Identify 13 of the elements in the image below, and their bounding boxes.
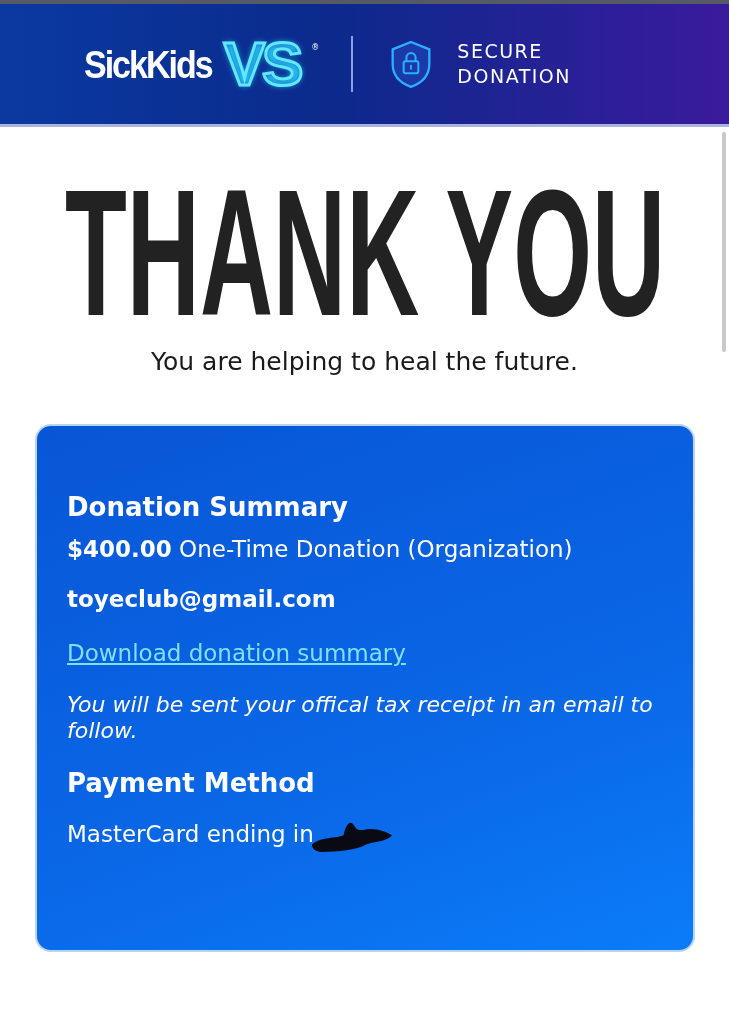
section-heading: Donation Summary — [67, 492, 348, 522]
secure-donation-label: SECURE DONATION — [457, 39, 572, 89]
thank-you-heading: THANK YOU — [64, 187, 665, 317]
section-heading: Payment Method — [67, 768, 315, 798]
subtitle: You are helping to heal the future. — [150, 347, 579, 376]
download-link[interactable]: Download donation summary — [67, 640, 406, 666]
registered-mark: ® — [311, 43, 320, 52]
tax-receipt-note: You will be sent your offical tax receipt in an email to follow. — [67, 692, 654, 744]
donation-amount: $400.00 One-Time Donation (Organization) — [67, 536, 573, 562]
donor-email: toyeclub@gmail.com — [67, 586, 336, 612]
brand-logo-text: SickKids — [84, 41, 212, 87]
logo-mark: VS — [221, 28, 304, 100]
payment-card-text: MasterCard ending in — [67, 821, 314, 847]
